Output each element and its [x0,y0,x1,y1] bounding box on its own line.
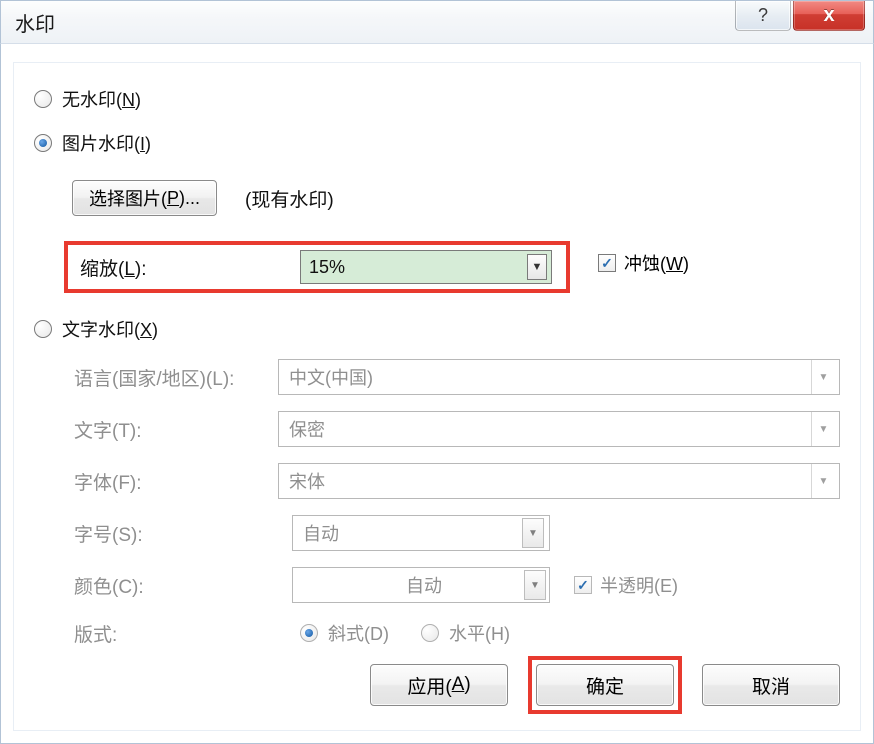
washout-checkbox[interactable]: 冲蚀(W) [598,250,689,276]
checkbox-icon [598,254,616,272]
checkbox-icon [574,576,592,594]
dialog-client: 无水印(N) 图片水印(I) 选择图片(P)... (现有水印) 缩放(L): [0,44,874,744]
apply-button[interactable]: 应用(A) [370,664,508,706]
font-select[interactable]: 宋体 ▼ [278,463,840,499]
chevron-down-icon: ▼ [811,360,835,394]
help-icon: ? [758,5,768,26]
radio-icon [421,624,439,642]
dialog-inner: 无水印(N) 图片水印(I) 选择图片(P)... (现有水印) 缩放(L): [13,62,861,731]
font-value: 宋体 [289,468,325,494]
chevron-down-icon: ▼ [811,412,835,446]
title-bar: 水印 ? x [0,0,874,44]
help-button[interactable]: ? [735,1,791,31]
size-select[interactable]: 自动 ▼ [292,515,550,551]
text-content-value: 保密 [289,416,325,442]
font-row: 字体(F): 宋体 ▼ [74,455,840,507]
scale-value: 15% [309,257,345,278]
select-picture-row: 选择图片(P)... (现有水印) [72,173,840,223]
select-picture-button[interactable]: 选择图片(P)... [72,180,217,216]
color-label: 颜色(C): [74,572,292,599]
cancel-button[interactable]: 取消 [702,664,840,706]
language-label: 语言(国家/地区)(L): [74,364,278,391]
size-row: 字号(S): 自动 ▼ [74,507,840,559]
color-select[interactable]: 自动 ▼ [292,567,550,603]
text-content-select[interactable]: 保密 ▼ [278,411,840,447]
radio-no-watermark[interactable]: 无水印(N) [34,77,840,121]
language-row: 语言(国家/地区)(L): 中文(中国) ▼ [74,351,840,403]
ok-button[interactable]: 确定 [536,664,674,706]
titlebar-buttons: ? x [735,1,865,31]
text-content-label: 文字(T): [74,416,278,443]
scale-select[interactable]: 15% ▼ [300,250,552,284]
washout-label: 冲蚀(W) [624,250,689,276]
layout-row: 版式: 斜式(D) 水平(H) [74,611,840,655]
size-value: 自动 [303,520,339,546]
close-button[interactable]: x [793,1,865,31]
scale-highlight: 缩放(L): 15% ▼ [64,241,570,293]
language-select[interactable]: 中文(中国) ▼ [278,359,840,395]
chevron-down-icon: ▼ [527,254,547,280]
dialog-buttons: 应用(A) 确定 取消 [370,656,840,714]
layout-horizontal-label: 水平(H) [449,620,510,646]
ok-highlight: 确定 [528,656,682,714]
layout-horizontal-radio[interactable]: 水平(H) [413,620,510,646]
radio-label-text: 文字水印(X) [62,316,158,342]
radio-text-watermark[interactable]: 文字水印(X) [34,307,840,351]
chevron-down-icon: ▼ [811,464,835,498]
semitransparent-label: 半透明(E) [600,572,678,598]
radio-icon [34,134,52,152]
radio-label-none: 无水印(N) [62,86,141,112]
layout-label: 版式: [74,620,292,647]
radio-icon [34,320,52,338]
dialog-title: 水印 [15,8,55,37]
font-label: 字体(F): [74,468,278,495]
radio-label-picture: 图片水印(I) [62,130,151,156]
color-value: 自动 [406,572,442,598]
language-value: 中文(中国) [289,364,373,390]
radio-icon [300,624,318,642]
radio-icon [34,90,52,108]
size-label: 字号(S): [74,520,292,547]
layout-diagonal-label: 斜式(D) [328,620,389,646]
close-icon: x [823,4,834,27]
chevron-down-icon: ▼ [522,518,544,548]
radio-picture-watermark[interactable]: 图片水印(I) [34,121,840,165]
existing-watermark-text: (现有水印) [245,185,334,212]
layout-diagonal-radio[interactable]: 斜式(D) [292,620,389,646]
scale-label: 缩放(L): [80,254,300,281]
chevron-down-icon: ▼ [524,570,546,600]
semitransparent-checkbox[interactable]: 半透明(E) [574,572,678,598]
color-row: 颜色(C): 自动 ▼ 半透明(E) [74,559,840,611]
text-content-row: 文字(T): 保密 ▼ [74,403,840,455]
